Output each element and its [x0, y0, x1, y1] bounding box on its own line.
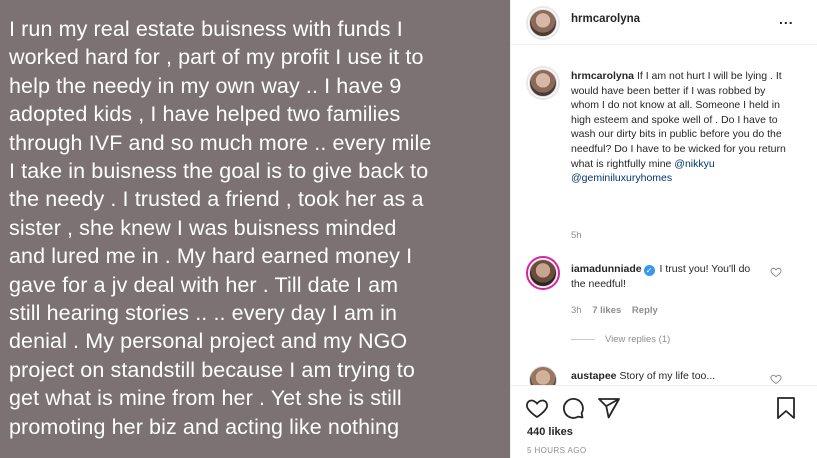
likes-count[interactable]: 440 likes	[527, 426, 573, 438]
caption-time[interactable]: 5h	[571, 230, 582, 241]
view-replies-label: View replies (1)	[605, 334, 671, 345]
comment-icon[interactable]	[561, 396, 585, 420]
comment-username[interactable]: austapee	[571, 370, 617, 382]
caption-username[interactable]: hrmcarolyna	[571, 70, 634, 82]
avatar[interactable]	[529, 9, 557, 37]
view-replies-button[interactable]: View replies (1)	[571, 334, 670, 345]
bookmark-icon[interactable]	[775, 396, 797, 420]
comment-avatar[interactable]	[529, 259, 557, 287]
comment-username[interactable]: iamadunniade	[571, 263, 642, 275]
comment-text: Story of my life too...	[619, 370, 716, 382]
mention-link[interactable]: @nikkyu	[674, 158, 714, 170]
comment-meta: 3h 7 likes Reply	[571, 305, 666, 316]
caption-text: If I am not hurt I will be lying . It wo…	[571, 70, 786, 170]
send-icon[interactable]	[597, 396, 621, 420]
caption: hrmcarolyna If I am not hurt I will be l…	[571, 69, 793, 186]
comment: iamadunniade ✓ I trust you! You'll do the…	[571, 262, 761, 291]
caption-meta: 5h	[571, 230, 590, 241]
comment: austapee Story of my life too...	[571, 369, 761, 384]
comment-like-heart-icon[interactable]	[770, 266, 782, 278]
post-image-text: I run my real estate buisness with funds…	[9, 17, 432, 439]
comment-time[interactable]: 3h	[571, 305, 582, 316]
comment-like-heart-icon[interactable]	[770, 373, 782, 385]
heart-icon[interactable]	[525, 396, 549, 420]
post-image[interactable]: I run my real estate buisness with funds…	[0, 0, 510, 458]
header-username[interactable]: hrmcarolyna	[571, 13, 640, 25]
comment-likes[interactable]: 7 likes	[592, 305, 621, 316]
post-header: hrmcarolyna ...	[511, 0, 817, 45]
action-bar: 440 likes 5 HOURS AGO	[511, 385, 817, 458]
caption-avatar[interactable]	[529, 69, 557, 97]
verified-badge-icon: ✓	[643, 265, 655, 276]
more-options-icon[interactable]: ...	[779, 11, 794, 27]
post-side-panel: hrmcarolyna ... hrmcarolyna If I am not …	[510, 0, 817, 458]
post-timestamp[interactable]: 5 HOURS AGO	[527, 446, 587, 455]
reply-button[interactable]: Reply	[632, 305, 658, 316]
divider	[571, 338, 595, 340]
mention-link[interactable]: @geminiluxuryhomes	[571, 172, 672, 184]
